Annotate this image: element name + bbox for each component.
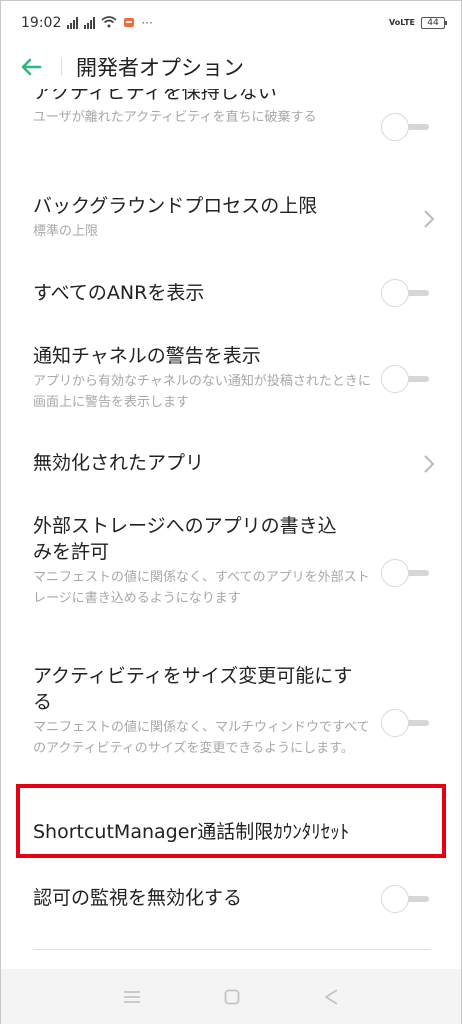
clock: 19:02 [21,15,62,31]
setting-title: アクティビティを保持しない [33,89,277,103]
arrow-left-icon [21,58,42,76]
home-icon[interactable] [224,989,240,1005]
setting-title: 認可の監視を無効化する [33,887,243,909]
navigation-bar [1,969,461,1024]
setting-item-background-process-limit[interactable]: バックグラウンドプロセスの上限 標準の上限 [33,193,433,242]
setting-subtitle: マニフェストの値に関係なく、マルチウィンドウですべてのアクティビティのサイズを変… [33,720,370,756]
toggle-knob [381,885,409,913]
setting-item-force-resizable-activities[interactable]: アクティビティをサイズ変更可能にする マニフェストの値に関係なく、マルチウィンド… [33,663,433,759]
toggle-switch[interactable] [381,278,431,308]
setting-title: 無効化されたアプリ [33,452,205,474]
status-right: VoLTE 44 [389,17,447,29]
battery-level: 44 [427,18,439,28]
app-bar-divider [61,58,62,76]
page-title: 開発者オプション [76,56,244,80]
setting-title: アクティビティをサイズ変更可能にする [33,665,353,713]
notification-app-icon [123,16,135,31]
setting-title: 外部ストレージへのアプリの書き込みを許可 [33,515,337,563]
setting-title: バックグラウンドプロセスの上限 [33,195,318,217]
setting-item-dont-keep-activities[interactable]: アクティビティを保持しない ユーザが離れたアクティビティを直ちに破棄する [33,89,433,128]
toggle-knob [381,559,409,587]
setting-item-notification-channel-warnings[interactable]: 通知チャネルの警告を表示 アプリから有効なチャネルのない通知が投稿されたときに画… [33,343,433,413]
setting-item-disable-permission-monitoring[interactable]: 認可の監視を無効化する [33,885,433,911]
back-triangle-icon[interactable] [323,988,339,1006]
toggle-knob [381,365,409,393]
setting-subtitle: 標準の上限 [33,224,99,239]
volte-icon: VoLTE [389,18,415,27]
setting-subtitle: マニフェストの値に関係なく、すべてのアプリを外部ストレージに書き込めるようになり… [33,570,370,606]
toggle-switch[interactable] [381,112,431,142]
settings-list[interactable]: アクティビティを保持しない ユーザが離れたアクティビティを直ちに破棄する バック… [1,89,461,969]
battery-icon: 44 [421,17,447,29]
menu-icon[interactable] [123,990,141,1004]
status-bar: 19:02 ··· VoLTE 44 [1,1,461,45]
setting-subtitle: ユーザが離れたアクティビティを直ちに破棄する [33,110,317,125]
toggle-knob [381,113,409,141]
setting-subtitle: アプリから有効なチャネルのない通知が投稿されたときに画面上に警告を表示します [33,374,371,410]
setting-item-force-allow-external-storage[interactable]: 外部ストレージへのアプリの書き込みを許可 マニフェストの値に関係なく、すべてのア… [33,513,433,609]
toggle-switch[interactable] [381,708,431,738]
toggle-knob [381,709,409,737]
toggle-switch[interactable] [381,364,431,394]
setting-item-disabled-apps[interactable]: 無効化されたアプリ [33,450,433,476]
more-notifications-icon: ··· [141,16,153,30]
status-left: 19:02 ··· [21,15,153,31]
setting-title: すべてのANRを表示 [33,282,205,304]
toggle-switch[interactable] [381,884,431,914]
setting-item-show-all-anrs[interactable]: すべてのANRを表示 [33,280,433,306]
chevron-right-icon[interactable] [419,452,439,476]
app-bar: 開発者オプション [1,45,461,89]
signal-icon [67,17,79,29]
highlight-box [16,784,446,858]
signal-icon-2 [84,17,96,29]
back-button[interactable] [1,45,61,89]
toggle-switch[interactable] [381,558,431,588]
setting-title: 通知チャネルの警告を表示 [33,345,261,367]
wifi-icon [101,15,117,31]
chevron-right-icon[interactable] [419,207,439,231]
divider [33,949,431,950]
toggle-knob [381,279,409,307]
